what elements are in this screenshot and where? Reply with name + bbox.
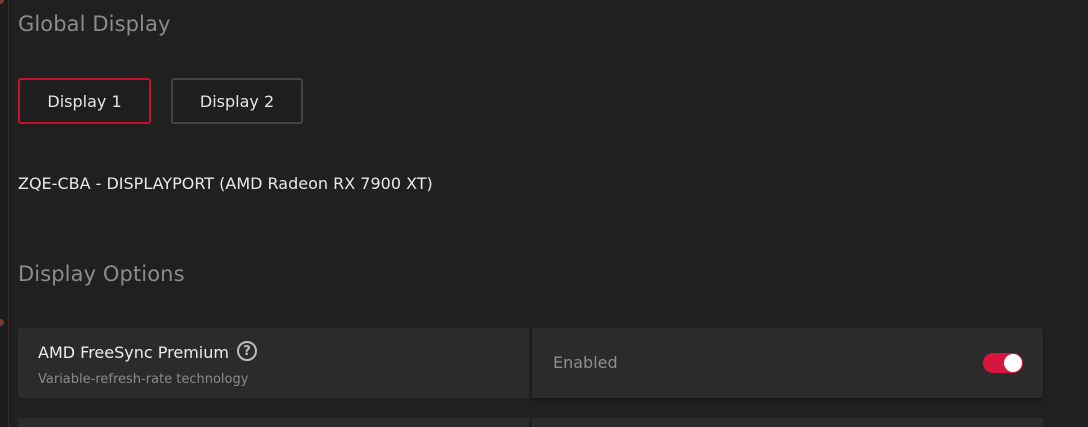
toggle-knob bbox=[1004, 354, 1022, 372]
display-options-heading: Display Options bbox=[18, 262, 185, 286]
freesync-option-row: AMD FreeSync Premium ? Variable-refresh-… bbox=[18, 328, 1043, 398]
left-rail bbox=[0, 0, 9, 427]
help-question-icon[interactable]: ? bbox=[237, 341, 257, 361]
freesync-label-panel: AMD FreeSync Premium ? Variable-refresh-… bbox=[18, 328, 529, 398]
next-option-row-value bbox=[532, 418, 1043, 427]
settings-page: Global Display Display 1 Display 2 ZQE-C… bbox=[0, 0, 1088, 427]
freesync-title: AMD FreeSync Premium bbox=[38, 343, 229, 362]
rail-marker-top bbox=[0, 0, 4, 4]
global-display-heading: Global Display bbox=[18, 12, 171, 36]
tab-display-2[interactable]: Display 2 bbox=[171, 78, 303, 124]
freesync-status: Enabled bbox=[553, 353, 618, 372]
next-option-row-label bbox=[18, 418, 529, 427]
freesync-value-panel: Enabled bbox=[532, 328, 1043, 398]
tab-display-1[interactable]: Display 1 bbox=[18, 78, 151, 124]
rail-marker-middle bbox=[0, 319, 4, 326]
display-device-name: ZQE-CBA - DISPLAYPORT (AMD Radeon RX 790… bbox=[18, 174, 433, 193]
freesync-toggle[interactable] bbox=[983, 353, 1023, 373]
freesync-description: Variable-refresh-rate technology bbox=[38, 372, 249, 387]
